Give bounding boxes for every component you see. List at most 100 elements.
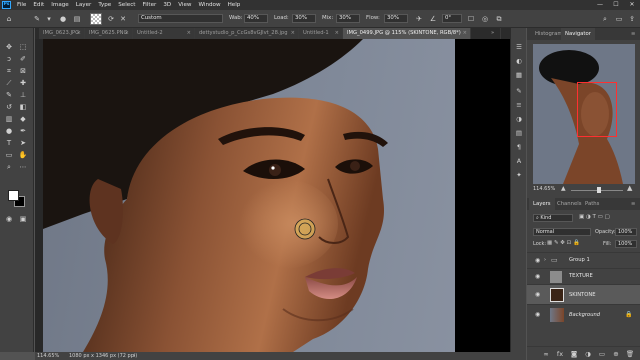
zoom-tool-icon[interactable]: ⌕ xyxy=(4,162,14,172)
search-icon[interactable]: ⌕ xyxy=(600,14,610,24)
delete-layer-icon[interactable]: 🗑 xyxy=(625,349,635,359)
tab-close-icon[interactable]: × xyxy=(187,28,191,39)
link-layers-icon[interactable]: ∞ xyxy=(541,349,551,359)
menu-help[interactable]: Help xyxy=(228,2,241,8)
tab-img-0623[interactable]: IMG_0623.JPG × xyxy=(39,28,85,39)
menu-image[interactable]: Image xyxy=(51,2,69,8)
gradient-tool-icon[interactable]: ▥ xyxy=(4,114,14,124)
load-field[interactable]: 30% xyxy=(292,14,316,23)
tab-close-icon[interactable]: × xyxy=(335,28,339,39)
symmetry-icon[interactable]: ⧉ xyxy=(494,14,504,24)
type-tool-icon[interactable]: T xyxy=(4,138,14,148)
eye-icon[interactable]: ◉ xyxy=(535,273,540,280)
blur-tool-icon[interactable]: ◆ xyxy=(18,114,28,124)
layer-row-skintone[interactable]: ◉ SKINTONE xyxy=(527,284,640,304)
opacity-field[interactable]: 100% xyxy=(615,228,637,236)
layer-row-background[interactable]: ◉ Background 🔒 xyxy=(527,304,640,324)
history-brush-tool-icon[interactable]: ↺ xyxy=(4,102,14,112)
airbrush-icon[interactable]: ✈ xyxy=(414,14,424,24)
sample-all-layers-icon[interactable]: ☐ xyxy=(466,14,476,24)
tab-untitled-2[interactable]: Untitled-2 × xyxy=(133,28,195,39)
fill-field[interactable]: 100% xyxy=(615,240,637,248)
path-selection-tool-icon[interactable]: ➤ xyxy=(18,138,28,148)
photoshop-logo[interactable]: Ps xyxy=(2,1,11,9)
navigator-preview[interactable] xyxy=(533,44,635,184)
hand-tool-icon[interactable]: ✋ xyxy=(18,150,28,160)
tab-img-0625[interactable]: IMG_0625.PNG × xyxy=(85,28,133,39)
menu-select[interactable]: Select xyxy=(118,2,135,8)
panel-menu-icon[interactable]: ≡ xyxy=(627,198,639,210)
mixer-brush-tool-icon[interactable]: ✎ xyxy=(32,14,42,24)
share-icon[interactable]: ⇪ xyxy=(627,14,637,24)
eye-icon[interactable]: ◉ xyxy=(535,257,540,264)
dodge-tool-icon[interactable]: ● xyxy=(4,126,14,136)
tab-dettystudio[interactable]: dettystudio_p_CcGs8vGJlvt_28.jpg × xyxy=(195,28,299,39)
current-brush-load-swatch[interactable] xyxy=(90,13,102,25)
more-tools-icon[interactable]: ⋯ xyxy=(18,162,28,172)
properties-icon[interactable]: ≡ xyxy=(514,100,524,110)
clone-stamp-tool-icon[interactable]: ⊥ xyxy=(18,90,28,100)
adjustments-icon[interactable]: ◑ xyxy=(514,114,524,124)
lock-icon[interactable]: 🔒 xyxy=(625,311,632,318)
paragraph-icon[interactable]: ¶ xyxy=(514,142,524,152)
zoom-level[interactable]: 114.65% xyxy=(37,352,59,360)
blend-mode-select[interactable]: Normal xyxy=(533,228,591,236)
pressure-icon[interactable]: ◎ xyxy=(480,14,490,24)
document-canvas[interactable] xyxy=(35,39,526,352)
eye-icon[interactable]: ◉ xyxy=(535,311,540,318)
minimize-button[interactable]: — xyxy=(592,0,608,10)
brush-settings-icon[interactable]: ▤ xyxy=(72,14,82,24)
crop-tool-icon[interactable]: ⌗ xyxy=(4,66,14,76)
tab-img-0499-active[interactable]: IMG_0499.JPG @ 115% (SKINTONE, RGB/8*) × xyxy=(343,28,471,39)
add-mask-icon[interactable]: ◙ xyxy=(569,349,579,359)
angle-field[interactable]: 0° xyxy=(442,14,462,23)
filter-kind-select[interactable]: ⌕ Kind xyxy=(533,214,573,222)
tabs-overflow-icon[interactable]: » xyxy=(487,28,501,39)
close-button[interactable]: ✕ xyxy=(624,0,640,10)
zoom-in-icon[interactable]: ▲ xyxy=(627,184,632,192)
menu-view[interactable]: View xyxy=(178,2,191,8)
brush-tool-icon[interactable]: ✎ xyxy=(4,90,14,100)
eyedropper-tool-icon[interactable]: ⟋ xyxy=(4,78,14,88)
menu-file[interactable]: File xyxy=(17,2,26,8)
chevron-right-icon[interactable]: › xyxy=(544,257,546,263)
styles-icon[interactable]: ✦ xyxy=(514,170,524,180)
zoom-out-icon[interactable]: ▲ xyxy=(561,185,566,192)
adjustment-layer-icon[interactable]: ◑ xyxy=(583,349,593,359)
menu-filter[interactable]: Filter xyxy=(142,2,156,8)
move-tool-icon[interactable]: ✥ xyxy=(4,42,14,52)
layer-name[interactable]: TEXTURE xyxy=(569,273,593,279)
maximize-button[interactable]: ☐ xyxy=(608,0,624,10)
tab-close-icon[interactable]: × xyxy=(291,28,295,39)
libraries-icon[interactable]: ▤ xyxy=(514,128,524,138)
dropdown-chevron-icon[interactable]: ▾ xyxy=(44,14,54,24)
panel-menu-icon[interactable]: ≡ xyxy=(627,28,639,40)
angle-icon[interactable]: ∠ xyxy=(428,14,438,24)
flow-field[interactable]: 30% xyxy=(384,14,408,23)
menu-type[interactable]: Type xyxy=(98,2,111,8)
lasso-tool-icon[interactable]: ↄ xyxy=(4,54,14,64)
layer-style-icon[interactable]: fx xyxy=(555,349,565,359)
tab-close-icon[interactable]: × xyxy=(77,28,81,39)
quick-mask-icon[interactable]: ◉ xyxy=(4,214,14,224)
shape-tool-icon[interactable]: ▭ xyxy=(4,150,14,160)
menu-edit[interactable]: Edit xyxy=(33,2,44,8)
filter-icons-row[interactable]: ▣ ◑ T ▭ ▢ xyxy=(579,214,610,220)
healing-brush-tool-icon[interactable]: ✚ xyxy=(18,78,28,88)
brush-preset-icon[interactable]: ● xyxy=(58,14,68,24)
clean-brush-icon[interactable]: ✕ xyxy=(118,14,128,24)
load-brush-icon[interactable]: ⟳ xyxy=(106,14,116,24)
layer-name[interactable]: SKINTONE xyxy=(569,292,596,298)
navigator-zoom-value[interactable]: 114.65% xyxy=(533,186,555,192)
layer-name[interactable]: Background xyxy=(569,312,600,318)
status-chevron-icon[interactable]: › xyxy=(133,352,135,360)
layer-row-texture[interactable]: ◉ TEXTURE xyxy=(527,268,640,284)
swatches-icon[interactable]: ▦ xyxy=(514,70,524,80)
brushes-icon[interactable]: ✎ xyxy=(514,86,524,96)
frame-tool-icon[interactable]: ⊠ xyxy=(18,66,28,76)
eraser-tool-icon[interactable]: ◧ xyxy=(18,102,28,112)
blend-combination-select[interactable]: Custom xyxy=(138,14,223,23)
lock-icons-row[interactable]: ▦ ✎ ✥ ⊡ 🔒 xyxy=(547,240,580,246)
menu-window[interactable]: Window xyxy=(199,2,221,8)
menu-3d[interactable]: 3D xyxy=(163,2,171,8)
